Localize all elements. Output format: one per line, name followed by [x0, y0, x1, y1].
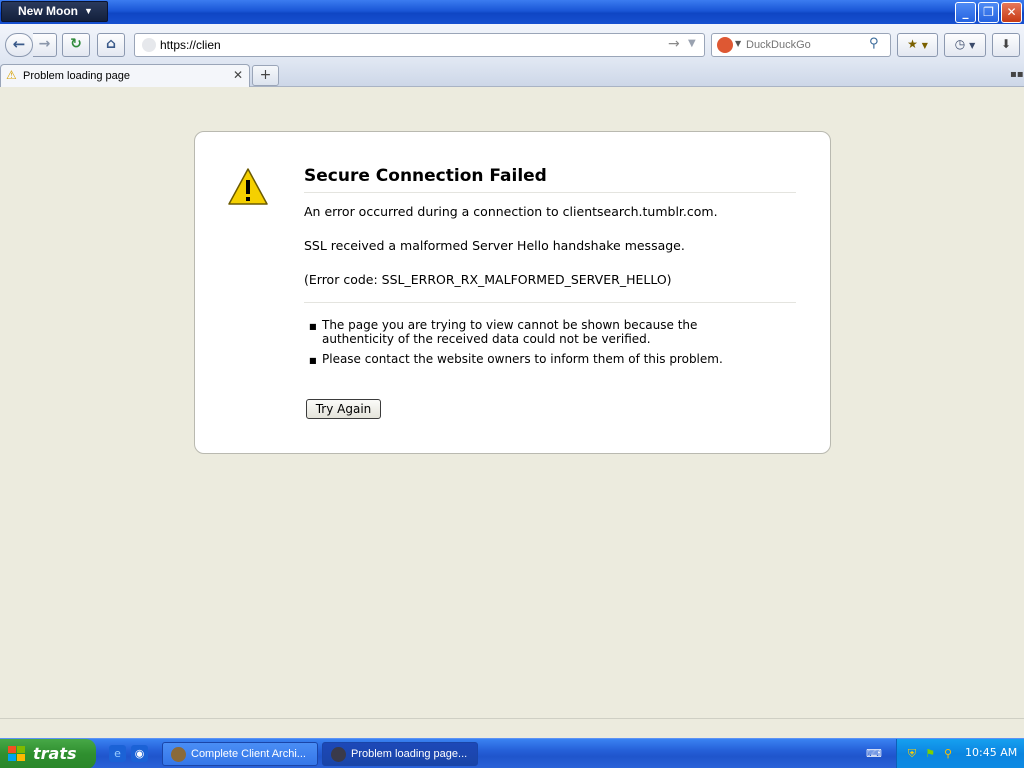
close-tab-icon[interactable]: ✕: [233, 68, 243, 82]
security-shield-icon[interactable]: ⛨: [905, 747, 919, 761]
bullet-icon: ■: [309, 356, 317, 365]
url-input[interactable]: https://clien: [160, 38, 221, 52]
warning-icon: [228, 168, 268, 205]
bullet-icon: ■: [309, 322, 317, 331]
minimize-button[interactable]: _: [955, 2, 976, 23]
task-label: Problem loading page...: [351, 748, 468, 760]
site-identity-icon[interactable]: [142, 38, 156, 52]
search-icon[interactable]: ⚲: [941, 747, 955, 761]
app-icon: [171, 747, 186, 762]
keyboard-icon[interactable]: ⌨: [866, 747, 882, 760]
window-titlebar: New Moon ▼ _ ❐ ✕: [0, 0, 1024, 24]
list-item: The page you are trying to view cannot b…: [322, 318, 698, 346]
history-button[interactable]: ◷ ▼: [944, 33, 986, 57]
search-icon[interactable]: ⚲: [869, 36, 879, 51]
tab-bar: ⚠ Problem loading page ✕ + ▪▪: [0, 62, 1024, 87]
error-box: Secure Connection Failed An error occurr…: [194, 131, 831, 454]
error-title: Secure Connection Failed: [304, 166, 796, 193]
browser-quicklaunch-icon[interactable]: ◉: [131, 745, 148, 762]
close-window-button[interactable]: ✕: [1001, 2, 1022, 23]
new-tab-button[interactable]: +: [252, 65, 279, 86]
browser-icon: [331, 747, 346, 762]
start-button[interactable]: trats: [0, 739, 96, 768]
duckduckgo-icon[interactable]: [717, 37, 733, 53]
divider: [304, 302, 796, 303]
system-tray: ⛨ ⚑ ⚲ 10:45 AM: [896, 739, 1024, 768]
download-arrow-icon: ⬇: [1000, 37, 1012, 51]
chevron-down-icon: ▼: [84, 6, 93, 16]
network-icon[interactable]: ⚑: [923, 747, 937, 761]
list-item: Please contact the website owners to inf…: [322, 352, 723, 366]
tab-problem-loading-page[interactable]: ⚠ Problem loading page ✕: [0, 64, 250, 87]
url-bar[interactable]: https://clien → ▼: [134, 33, 705, 57]
start-label: trats: [33, 744, 77, 763]
app-menu-button[interactable]: New Moon ▼: [1, 1, 108, 22]
page-content: Secure Connection Failed An error occurr…: [0, 87, 1024, 718]
maximize-button[interactable]: ❐: [978, 2, 999, 23]
go-arrow-icon[interactable]: →: [668, 36, 680, 52]
bookmark-star-icon: ★: [907, 37, 918, 51]
taskbar: trats e ◉ Complete Client Archi... Probl…: [0, 738, 1024, 768]
error-message: An error occurred during a connection to…: [304, 204, 718, 219]
try-again-button[interactable]: Try Again: [306, 399, 381, 419]
tab-label: Problem loading page: [23, 70, 131, 82]
windows-logo-icon: [8, 746, 25, 761]
tab-list-button[interactable]: ▪▪: [1010, 69, 1024, 80]
navigation-toolbar: ← → ↻ ⌂ https://clien → ▼ ▼ ⚲ ★ ▼ ◷ ▼ ⬇: [0, 24, 1024, 62]
internet-explorer-icon[interactable]: e: [109, 745, 126, 762]
search-input[interactable]: [746, 37, 866, 53]
downloads-button[interactable]: ⬇: [992, 33, 1020, 57]
taskbar-item-problem-loading-page[interactable]: Problem loading page...: [322, 742, 478, 766]
search-bar[interactable]: ▼ ⚲: [711, 33, 891, 57]
error-detail: SSL received a malformed Server Hello ha…: [304, 238, 685, 253]
home-button[interactable]: ⌂: [97, 33, 125, 57]
chevron-down-icon: ▼: [921, 41, 928, 50]
back-button[interactable]: ←: [5, 33, 33, 57]
reload-button[interactable]: ↻: [62, 33, 90, 57]
clock-icon: ◷: [954, 37, 966, 51]
app-menu-label: New Moon: [18, 4, 78, 18]
chevron-down-icon[interactable]: ▼: [735, 39, 741, 48]
bookmarks-button[interactable]: ★ ▼: [897, 33, 938, 57]
clock: 10:45 AM: [965, 746, 1018, 759]
status-bar: [0, 718, 1024, 738]
taskbar-item-complete-client-archive[interactable]: Complete Client Archi...: [162, 742, 318, 766]
chevron-down-icon: ▼: [969, 41, 976, 50]
warning-icon: ⚠: [6, 68, 17, 82]
task-label: Complete Client Archi...: [191, 748, 306, 760]
forward-button[interactable]: →: [33, 33, 57, 57]
error-code: (Error code: SSL_ERROR_RX_MALFORMED_SERV…: [304, 272, 672, 287]
url-history-dropdown-icon[interactable]: ▼: [688, 38, 696, 49]
